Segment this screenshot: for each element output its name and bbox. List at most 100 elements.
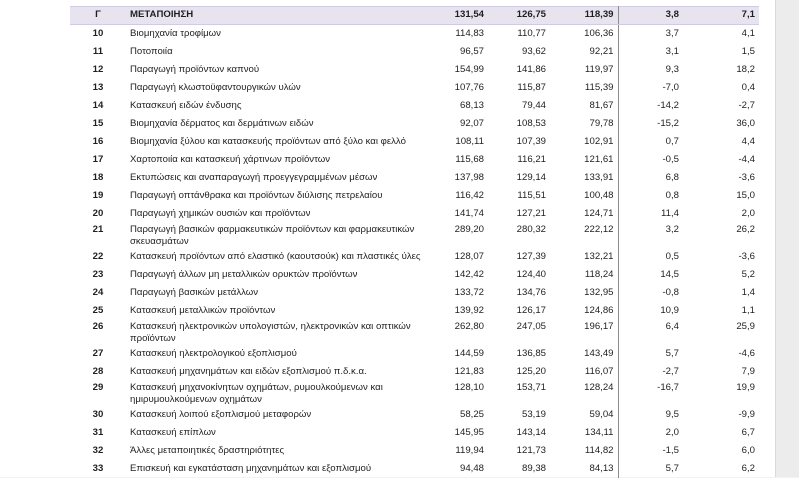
change-col-1: 3,7 — [618, 25, 683, 44]
change-col-1: 2,0 — [618, 424, 683, 442]
change-col-1: 3,8 — [618, 7, 683, 25]
change-col-2: 1,5 — [683, 43, 759, 61]
change-col-1: 14,5 — [618, 266, 683, 284]
change-col-2: -3,6 — [683, 169, 759, 187]
change-col-1: 5,7 — [618, 345, 683, 363]
value-col-2: 126,17 — [488, 302, 550, 320]
industry-name: Ποτοποιία — [126, 43, 426, 61]
change-col-1: 10,9 — [618, 302, 683, 320]
table-row: 14Κατασκευή ειδών ένδυσης68,1379,4481,67… — [70, 97, 759, 115]
value-col-1: 96,57 — [426, 43, 488, 61]
industry-name: Παραγωγή βασικών μετάλλων — [126, 284, 426, 302]
table-row: 15Βιομηχανία δέρματος και δερμάτινων ειδ… — [70, 115, 759, 133]
industry-code: 28 — [70, 363, 126, 381]
table-row-total: Γ ΜΕΤΑΠΟΙΗΣΗ 131,54 126,75 118,39 3,8 7,… — [70, 7, 759, 25]
table-row: 20Παραγωγή χημικών ουσιών και προϊόντων1… — [70, 205, 759, 223]
table-row: 29Κατασκευή μηχανοκίνητων οχημάτων, ρυμο… — [70, 381, 759, 406]
industry-name: Κατασκευή μηχανοκίνητων οχημάτων, ρυμουλ… — [126, 381, 426, 406]
change-col-1: -14,2 — [618, 97, 683, 115]
value-col-3: 121,61 — [550, 151, 618, 169]
table-row: 10Βιομηχανία τροφίμων114,83110,77106,363… — [70, 25, 759, 44]
value-col-3: 100,48 — [550, 187, 618, 205]
change-col-1: 3,1 — [618, 43, 683, 61]
change-col-1: 9,3 — [618, 61, 683, 79]
industry-code: 11 — [70, 43, 126, 61]
change-col-1: 0,8 — [618, 187, 683, 205]
value-col-2: 107,39 — [488, 133, 550, 151]
section-name: ΜΕΤΑΠΟΙΗΣΗ — [126, 7, 426, 25]
industry-name: Κατασκευή ειδών ένδυσης — [126, 97, 426, 115]
value-col-1: 262,80 — [426, 320, 488, 345]
change-col-2: -3,6 — [683, 248, 759, 266]
value-col-3: 118,24 — [550, 266, 618, 284]
industry-name: Κατασκευή προϊόντων από ελαστικό (καουτσ… — [126, 248, 426, 266]
industry-name: Παραγωγή χημικών ουσιών και προϊόντων — [126, 205, 426, 223]
change-col-2: 7,1 — [683, 7, 759, 25]
section-code: Γ — [70, 7, 126, 25]
change-col-2: 25,9 — [683, 320, 759, 345]
change-col-2: -9,9 — [683, 406, 759, 424]
value-col-2: 280,32 — [488, 223, 550, 248]
change-col-2: 6,0 — [683, 442, 759, 460]
change-col-2: 1,4 — [683, 284, 759, 302]
change-col-2: 36,0 — [683, 115, 759, 133]
industry-name: Παραγωγή προϊόντων καπνού — [126, 61, 426, 79]
change-col-2: -4,4 — [683, 151, 759, 169]
value-col-1: 142,42 — [426, 266, 488, 284]
change-col-1: -0,5 — [618, 151, 683, 169]
value-col-2: 110,77 — [488, 25, 550, 44]
change-col-1: -2,7 — [618, 363, 683, 381]
industry-code: 18 — [70, 169, 126, 187]
value-col-3: 124,86 — [550, 302, 618, 320]
change-col-2: 15,0 — [683, 187, 759, 205]
change-col-2: 26,2 — [683, 223, 759, 248]
industry-code: 30 — [70, 406, 126, 424]
value-col-1: 119,94 — [426, 442, 488, 460]
value-col-2: 53,19 — [488, 406, 550, 424]
industry-name: Κατασκευή ηλεκτρονικών υπολογιστών, ηλεκ… — [126, 320, 426, 345]
table-row: 30Κατασκευή λοιπού εξοπλισμού μεταφορών5… — [70, 406, 759, 424]
table-row: 19Παραγωγή οπτάνθρακα και προϊόντων διύλ… — [70, 187, 759, 205]
industry-code: 12 — [70, 61, 126, 79]
industry-code: 23 — [70, 266, 126, 284]
value-col-3: 102,91 — [550, 133, 618, 151]
industry-code: 25 — [70, 302, 126, 320]
table-row: 31Κατασκευή επίπλων145,95143,14134,112,0… — [70, 424, 759, 442]
value-col-3: 132,95 — [550, 284, 618, 302]
industry-name: Παραγωγή οπτάνθρακα και προϊόντων διύλισ… — [126, 187, 426, 205]
window-edge — [775, 0, 799, 477]
table-row: 25Κατασκευή μεταλλικών προϊόντων139,9212… — [70, 302, 759, 320]
industry-name: Παραγωγή άλλων μη μεταλλικών ορυκτών προ… — [126, 266, 426, 284]
value-col-1: 137,98 — [426, 169, 488, 187]
industry-name: Εκτυπώσεις και αναπαραγωγή προεγγεγραμμέ… — [126, 169, 426, 187]
table-row: 32Άλλες μεταποιητικές δραστηριότητες119,… — [70, 442, 759, 460]
change-col-1: -16,7 — [618, 381, 683, 406]
value-col-3: 84,13 — [550, 460, 618, 478]
value-col-1: 116,42 — [426, 187, 488, 205]
document-page: Γ ΜΕΤΑΠΟΙΗΣΗ 131,54 126,75 118,39 3,8 7,… — [0, 0, 775, 477]
change-col-2: 6,2 — [683, 460, 759, 478]
value-col-2: 89,38 — [488, 460, 550, 478]
change-col-1: 6,8 — [618, 169, 683, 187]
change-col-1: 0,5 — [618, 248, 683, 266]
value-col-2: 129,14 — [488, 169, 550, 187]
value-col-1: 133,72 — [426, 284, 488, 302]
change-col-1: -0,8 — [618, 284, 683, 302]
change-col-2: 7,9 — [683, 363, 759, 381]
industry-name: Παραγωγή κλωστοϋφαντουργικών υλών — [126, 79, 426, 97]
value-col-3: 81,67 — [550, 97, 618, 115]
industry-name: Επισκευή και εγκατάσταση μηχανημάτων και… — [126, 460, 426, 478]
industry-code: 16 — [70, 133, 126, 151]
table-row: 23Παραγωγή άλλων μη μεταλλικών ορυκτών π… — [70, 266, 759, 284]
value-col-3: 132,21 — [550, 248, 618, 266]
value-col-3: 134,11 — [550, 424, 618, 442]
industry-code: 13 — [70, 79, 126, 97]
table-row: 21Παραγωγή βασικών φαρμακευτικών προϊόντ… — [70, 223, 759, 248]
value-col-2: 134,76 — [488, 284, 550, 302]
table-row: 18Εκτυπώσεις και αναπαραγωγή προεγγεγραμ… — [70, 169, 759, 187]
industry-name: Παραγωγή βασικών φαρμακευτικών προϊόντων… — [126, 223, 426, 248]
value-col-3: 133,91 — [550, 169, 618, 187]
industry-code: 10 — [70, 25, 126, 44]
value-col-1: 128,07 — [426, 248, 488, 266]
industry-code: 31 — [70, 424, 126, 442]
